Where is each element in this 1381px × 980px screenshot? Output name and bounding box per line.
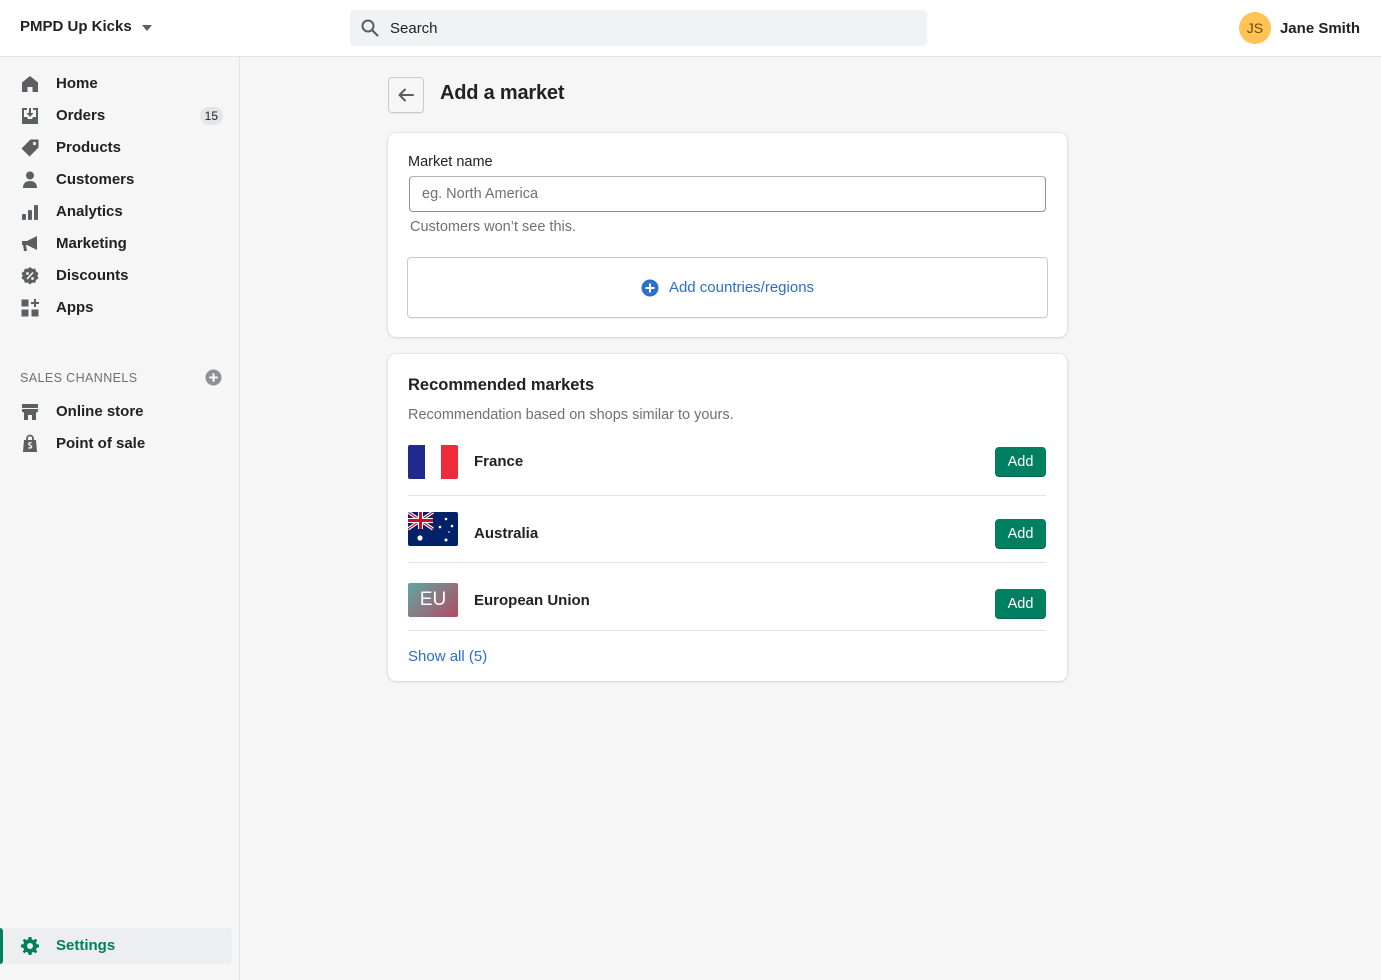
avatar: JS [1238,12,1271,44]
sidebar-item-label: Point of sale [56,435,146,452]
sidebar-item-label: Online store [56,403,144,420]
page-title: Add a market [440,82,565,104]
sidebar-item-analytics[interactable]: Analytics [0,196,232,228]
sidebar-item-products[interactable]: Products [0,132,232,164]
france-flag-icon [408,445,458,479]
sidebar-item-label: Marketing [56,235,127,252]
add-australia-button[interactable]: Add [995,519,1046,549]
sidebar-item-online-store[interactable]: Online store [0,396,232,428]
plus-circle-icon [641,279,659,296]
market-name-help-text: Customers won’t see this. [410,219,577,235]
apps-icon [21,299,39,317]
shopping-bag-icon [23,434,37,452]
add-countries-label: Add countries/regions [668,279,815,296]
search-input[interactable] [390,19,890,37]
top-bar: PMPD Up Kicks JS Jane Smith [0,0,1381,57]
sidebar-item-label: Customers [56,171,135,188]
sidebar-item-label: Discounts [56,267,129,284]
sidebar-item-marketing[interactable]: Marketing [0,228,232,260]
add-countries-button[interactable]: Add countries/regions [407,257,1048,318]
bar-chart-icon [22,205,38,220]
user-menu[interactable]: JS Jane Smith [1238,12,1360,44]
sidebar-item-label: Orders [56,107,106,124]
market-row-australia: Australia Add [408,512,1046,563]
sidebar-item-apps[interactable]: Apps [0,292,232,324]
sidebar-item-label: Settings [56,937,116,954]
back-button[interactable] [388,77,424,113]
add-sales-channel-icon[interactable] [205,369,222,386]
orders-count-badge: 15 [199,107,223,125]
sidebar-item-home[interactable]: Home [0,68,232,100]
arrow-left-icon [398,88,414,102]
store-switcher[interactable]: PMPD Up Kicks [20,18,152,35]
market-name: Australia [474,525,539,542]
sidebar-item-label: Analytics [56,203,123,220]
market-row-france: France Add [408,445,1046,496]
sidebar-item-label: Apps [56,299,94,316]
market-name-label: Market name [408,154,493,170]
market-name: France [474,453,524,470]
sidebar-item-point-of-sale[interactable]: Point of sale [0,428,232,460]
recommended-markets-title: Recommended markets [408,376,595,394]
show-all-link[interactable]: Show all (5) [408,648,487,665]
add-european-union-button[interactable]: Add [995,589,1046,619]
gear-icon [21,937,39,955]
add-france-button[interactable]: Add [995,447,1046,477]
recommended-markets-card: Recommended markets Recommendation based… [388,354,1067,681]
sales-channels-heading: SALES CHANNELS [20,371,138,385]
tag-icon [21,139,39,157]
market-name-card: Market name Customers won’t see this. Ad… [388,133,1067,337]
active-indicator [0,928,3,964]
caret-down-icon [141,24,152,31]
eu-flag-icon: EU [408,583,458,617]
orders-icon [22,108,38,124]
australia-flag-icon [408,512,458,546]
sidebar-item-label: Home [56,75,98,92]
sidebar-item-orders[interactable]: Orders 15 [0,100,232,132]
megaphone-icon [22,236,37,251]
sidebar-item-customers[interactable]: Customers [0,164,232,196]
search-bar[interactable] [350,10,927,46]
search-icon [361,19,379,37]
sidebar-item-settings[interactable]: Settings [0,928,232,964]
recommended-markets-subtitle: Recommendation based on shops similar to… [408,407,734,423]
store-icon [22,404,38,420]
sidebar: Home Orders 15 Products Customers Analyt… [0,57,240,980]
person-icon [23,171,37,188]
market-row-european-union: EU European Union Add [408,583,1046,631]
home-icon [22,76,38,92]
sidebar-item-discounts[interactable]: Discounts [0,260,232,292]
market-name-input[interactable] [409,176,1046,212]
store-name: PMPD Up Kicks [20,18,132,35]
user-name: Jane Smith [1279,19,1360,37]
market-name: European Union [474,592,590,609]
discount-icon [21,267,39,285]
sidebar-item-label: Products [56,139,122,156]
